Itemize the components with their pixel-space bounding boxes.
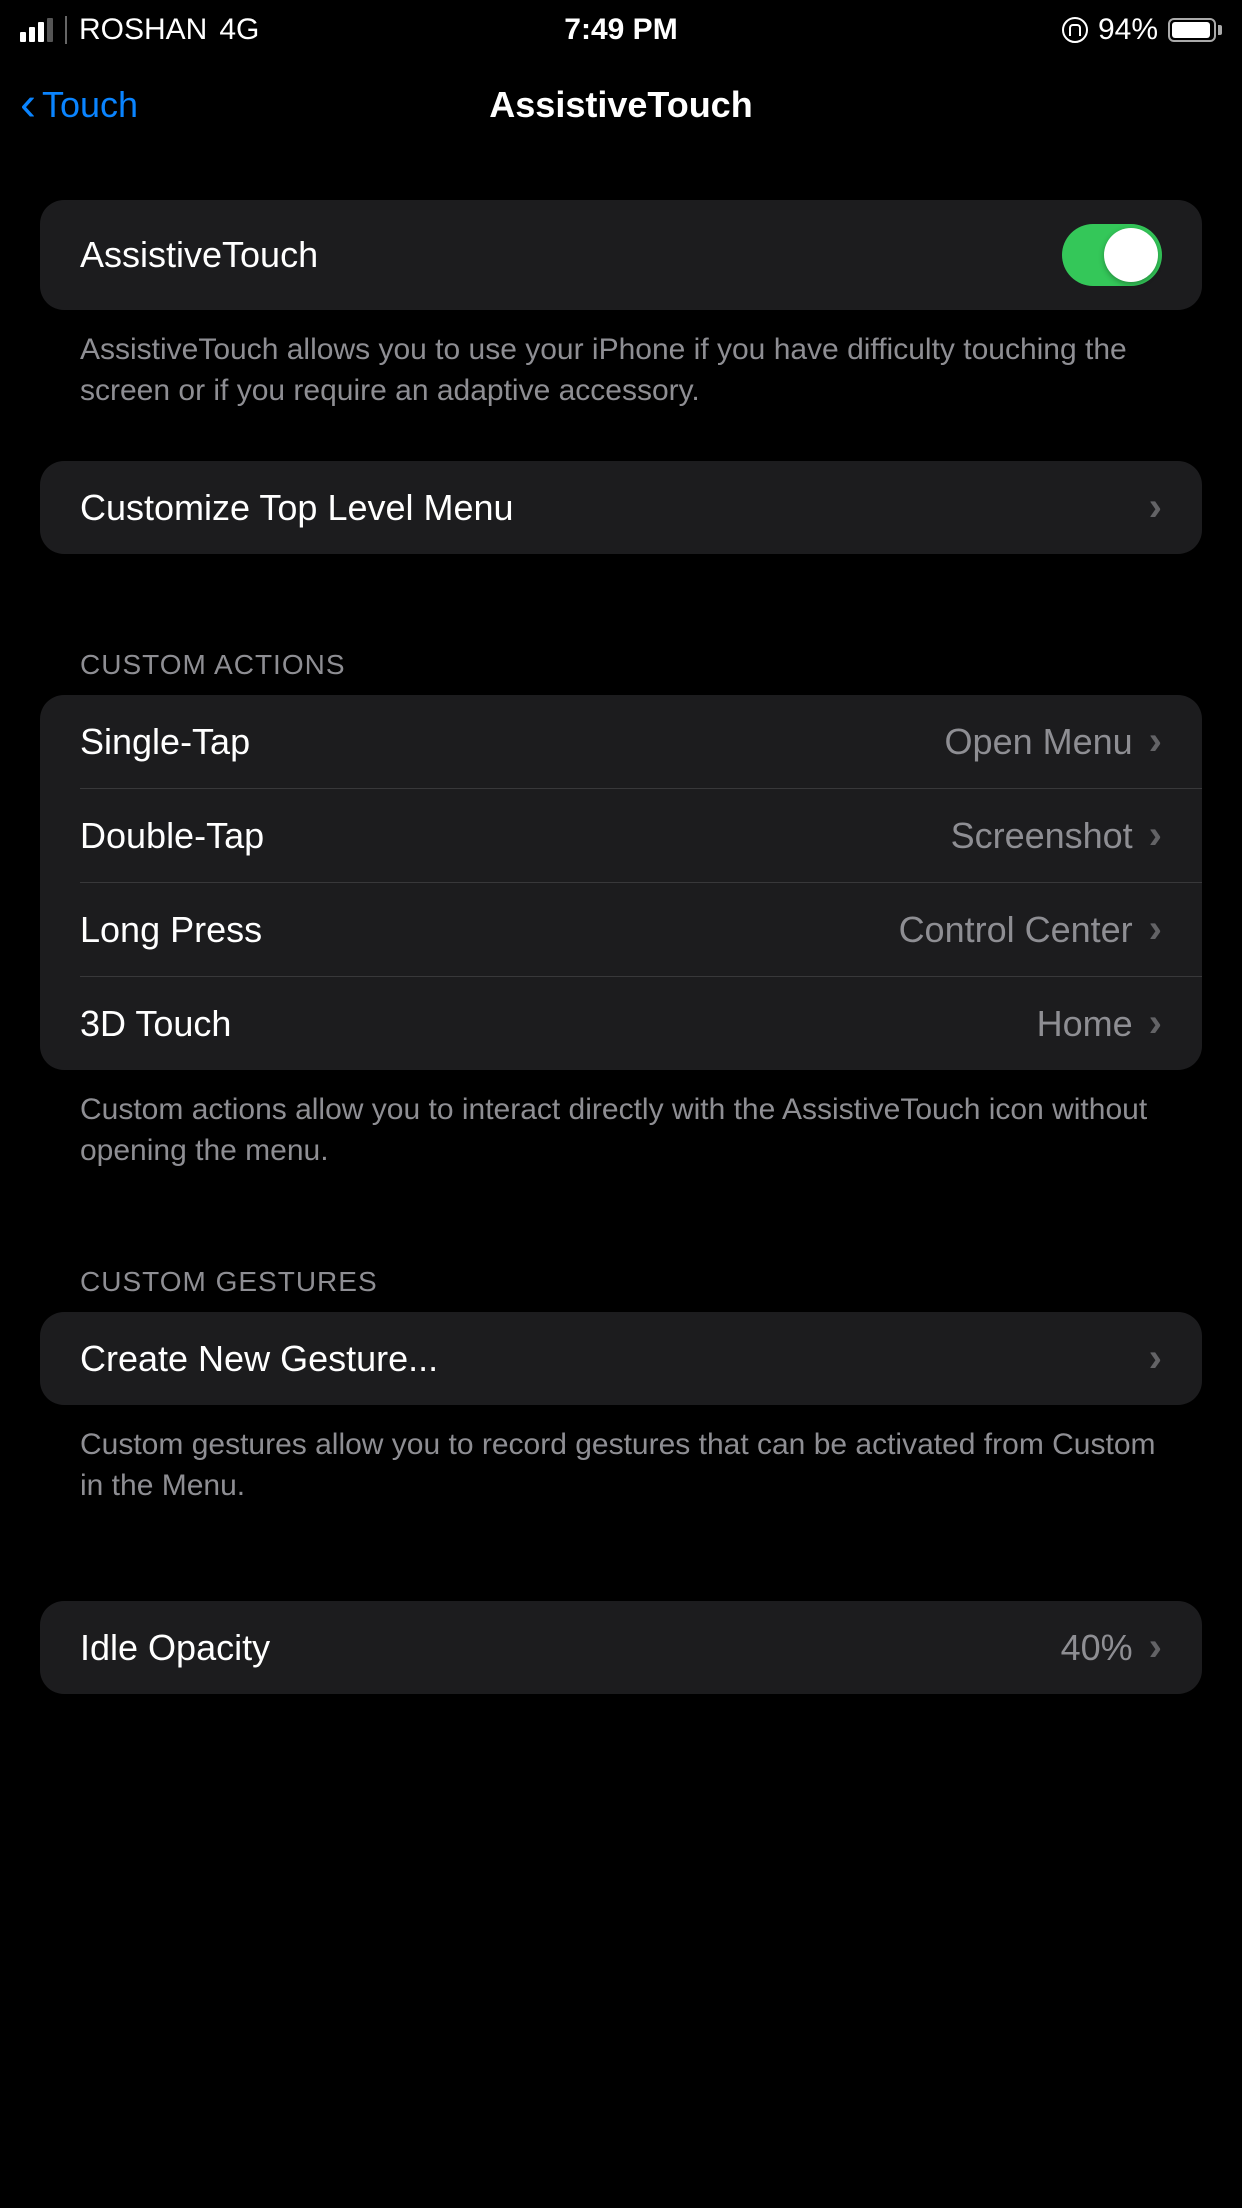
assistive-touch-toggle-group: AssistiveTouch	[40, 200, 1202, 310]
rotation-lock-icon	[1062, 17, 1088, 43]
3d-touch-row[interactable]: 3D Touch Home ›	[40, 977, 1202, 1070]
3d-touch-label: 3D Touch	[80, 1003, 231, 1045]
single-tap-label: Single-Tap	[80, 721, 250, 763]
customize-top-level-menu-label: Customize Top Level Menu	[80, 487, 514, 529]
create-gesture-row[interactable]: Create New Gesture... ›	[40, 1312, 1202, 1405]
status-time: 7:49 PM	[564, 13, 677, 47]
long-press-value: Control Center	[899, 909, 1133, 951]
battery-percent: 94%	[1098, 13, 1158, 47]
status-right: 94%	[1062, 13, 1222, 47]
custom-actions-header: CUSTOM ACTIONS	[40, 649, 1202, 695]
assistive-touch-label: AssistiveTouch	[80, 234, 318, 276]
idle-opacity-row[interactable]: Idle Opacity 40% ›	[40, 1601, 1202, 1694]
double-tap-value: Screenshot	[951, 815, 1133, 857]
chevron-right-icon: ›	[1149, 1336, 1162, 1381]
navigation-bar: ‹ Touch AssistiveTouch	[0, 60, 1242, 150]
custom-actions-footer: Custom actions allow you to interact dir…	[40, 1070, 1202, 1171]
assistive-touch-toggle[interactable]	[1062, 224, 1162, 286]
long-press-label: Long Press	[80, 909, 262, 951]
single-tap-value: Open Menu	[945, 721, 1133, 763]
single-tap-row[interactable]: Single-Tap Open Menu ›	[40, 695, 1202, 788]
custom-actions-group: Single-Tap Open Menu › Double-Tap Screen…	[40, 695, 1202, 1070]
double-tap-label: Double-Tap	[80, 815, 264, 857]
chevron-right-icon: ›	[1149, 1001, 1162, 1046]
chevron-right-icon: ›	[1149, 1625, 1162, 1670]
customize-top-level-menu-row[interactable]: Customize Top Level Menu ›	[40, 461, 1202, 554]
signal-strength-icon	[20, 18, 53, 42]
chevron-right-icon: ›	[1149, 719, 1162, 764]
assistive-touch-footer: AssistiveTouch allows you to use your iP…	[40, 310, 1202, 411]
long-press-row[interactable]: Long Press Control Center ›	[40, 883, 1202, 976]
back-button[interactable]: ‹ Touch	[20, 81, 138, 129]
back-label: Touch	[42, 84, 138, 126]
carrier-label: ROSHAN	[79, 13, 207, 47]
status-divider	[65, 16, 67, 44]
network-label: 4G	[219, 13, 259, 47]
chevron-right-icon: ›	[1149, 485, 1162, 530]
3d-touch-value: Home	[1037, 1003, 1133, 1045]
toggle-knob	[1104, 228, 1158, 282]
idle-opacity-value: 40%	[1061, 1627, 1133, 1669]
assistive-touch-toggle-row[interactable]: AssistiveTouch	[40, 200, 1202, 310]
nav-title: AssistiveTouch	[489, 84, 752, 126]
custom-gestures-group: Create New Gesture... ›	[40, 1312, 1202, 1405]
status-bar: ROSHAN 4G 7:49 PM 94%	[0, 0, 1242, 60]
double-tap-row[interactable]: Double-Tap Screenshot ›	[40, 789, 1202, 882]
idle-opacity-label: Idle Opacity	[80, 1627, 270, 1669]
chevron-right-icon: ›	[1149, 813, 1162, 858]
custom-gestures-header: CUSTOM GESTURES	[40, 1266, 1202, 1312]
idle-opacity-group: Idle Opacity 40% ›	[40, 1601, 1202, 1694]
status-left: ROSHAN 4G	[20, 13, 259, 47]
customize-menu-group: Customize Top Level Menu ›	[40, 461, 1202, 554]
chevron-right-icon: ›	[1149, 907, 1162, 952]
custom-gestures-footer: Custom gestures allow you to record gest…	[40, 1405, 1202, 1506]
battery-icon	[1168, 18, 1222, 42]
create-gesture-label: Create New Gesture...	[80, 1338, 438, 1380]
chevron-left-icon: ‹	[20, 81, 36, 129]
